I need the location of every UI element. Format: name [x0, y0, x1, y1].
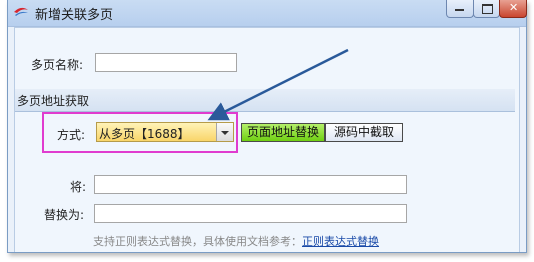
minimize-icon: [455, 4, 464, 11]
regex-hint-text: 支持正则表达式替换，具体使用文档参考：: [93, 235, 302, 248]
regex-doc-link[interactable]: 正则表达式替换: [302, 235, 379, 248]
annotation-highlight-box: [42, 112, 238, 153]
close-button[interactable]: ✕: [499, 0, 527, 18]
page-name-input[interactable]: [95, 53, 237, 72]
replace-from-label: 将:: [70, 180, 87, 194]
page-name-label: 多页名称:: [31, 58, 84, 72]
maximize-button[interactable]: [473, 0, 500, 18]
close-icon: ✕: [509, 1, 519, 14]
app-logo-icon: [14, 7, 28, 16]
window-title: 新增关联多页: [35, 8, 114, 23]
section-header: 多页地址获取: [15, 89, 515, 111]
section-title: 多页地址获取: [17, 94, 90, 108]
regex-hint: 支持正则表达式替换，具体使用文档参考：正则表达式替换: [93, 233, 379, 249]
replace-to-input[interactable]: [94, 204, 407, 223]
maximize-icon: [482, 4, 493, 14]
replace-to-label: 替换为:: [44, 208, 85, 222]
page-url-replace-button[interactable]: 页面地址替换: [241, 123, 325, 142]
title-bar[interactable]: 新增关联多页 ✕: [8, 0, 527, 27]
replace-from-input[interactable]: [94, 175, 407, 194]
source-extract-button[interactable]: 源码中截取: [325, 123, 403, 142]
minimize-button[interactable]: [446, 0, 474, 18]
